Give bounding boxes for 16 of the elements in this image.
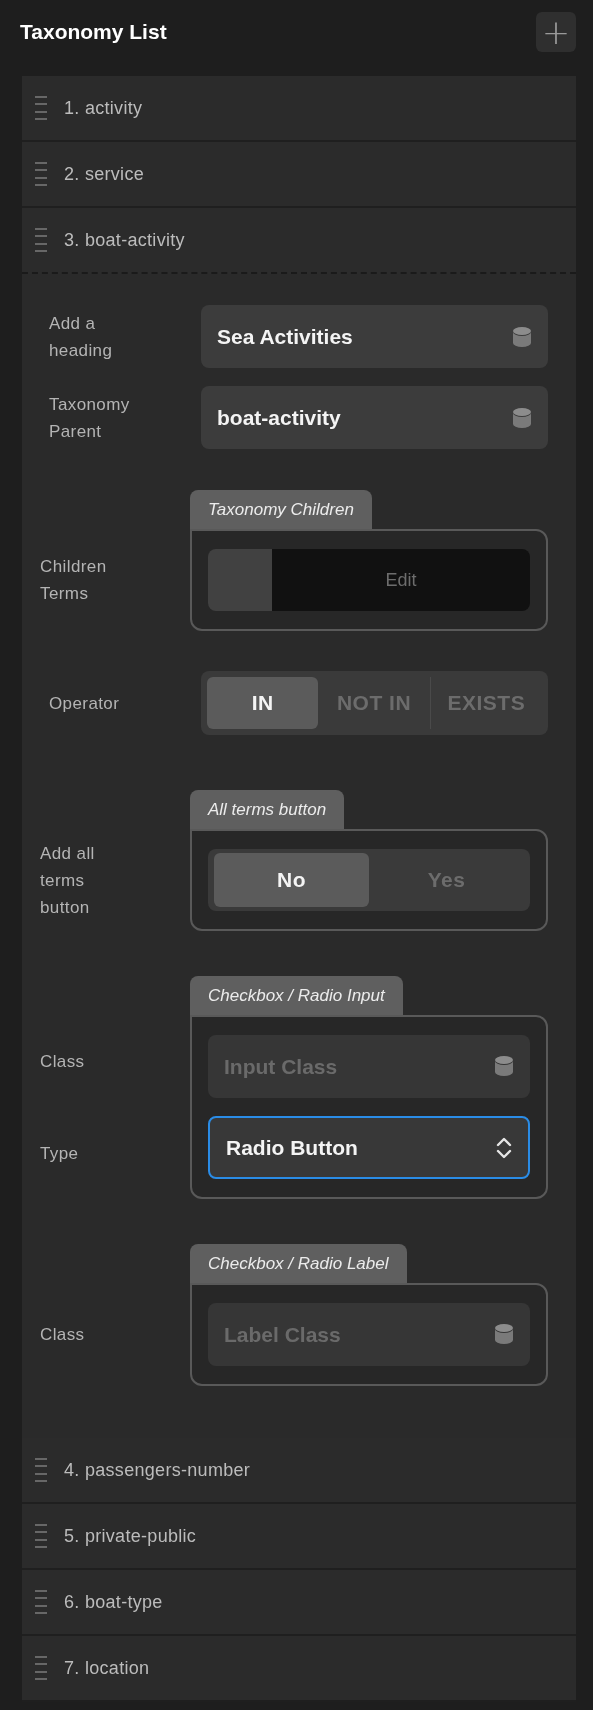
select-field[interactable]: Radio Button [208,1116,530,1179]
field-label: Children Terms [40,556,108,605]
add-button[interactable]: + [536,12,576,52]
field-label: Add a heading [49,312,114,362]
field-label: Taxonomy Parent [49,393,131,443]
field-label: Type [40,1142,80,1165]
segment-option[interactable]: No [214,853,369,907]
segment-option[interactable]: IN [207,677,319,729]
field-label: Class [40,1324,86,1346]
text-field[interactable]: Sea Activities [201,305,548,368]
panel-title: Taxonomy List [20,20,167,44]
field-label: Add all terms button [40,842,96,919]
text-field[interactable]: boat-activity [201,386,548,449]
field-label: Operator [49,692,121,715]
edit-button[interactable]: Edit [272,549,530,611]
field-label: Class [40,1050,86,1073]
